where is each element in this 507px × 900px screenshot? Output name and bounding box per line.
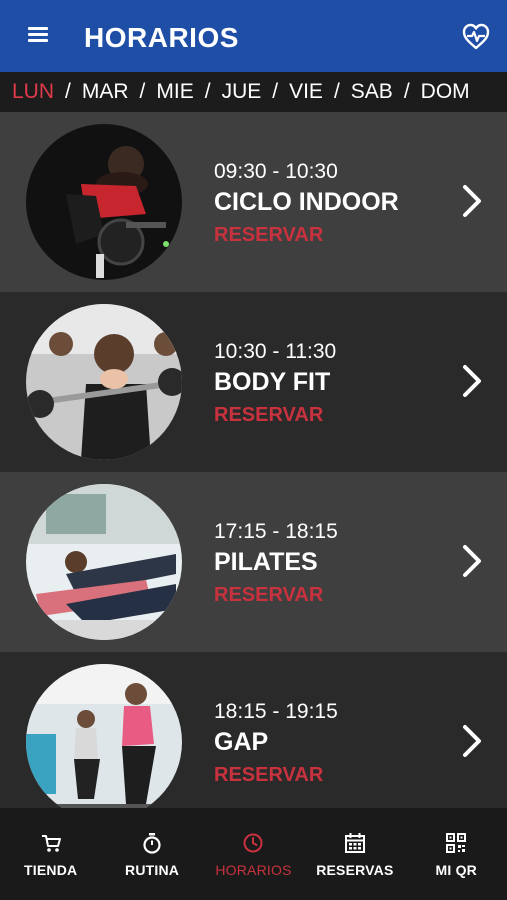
class-time: 09:30 - 10:30	[214, 160, 338, 183]
class-name: PILATES	[214, 548, 318, 576]
chevron-right-icon[interactable]	[461, 184, 483, 218]
nav-label: MI QR	[435, 862, 477, 878]
day-separator: /	[272, 80, 279, 103]
chevron-right-icon[interactable]	[461, 544, 483, 578]
day-tab-dom[interactable]: DOM	[421, 80, 470, 104]
barbell-class-photo	[26, 304, 182, 460]
day-tab-jue[interactable]: JUE	[222, 80, 262, 104]
clock-icon	[243, 833, 263, 853]
calendar-icon	[344, 833, 365, 853]
class-row-body-fit[interactable]: 10:30 - 11:30 BODY FIT RESERVAR	[0, 292, 507, 472]
chevron-right-icon[interactable]	[461, 724, 483, 758]
day-separator: /	[403, 80, 410, 103]
class-row-pilates[interactable]: 17:15 - 18:15 PILATES RESERVAR	[0, 472, 507, 652]
stopwatch-icon	[143, 833, 161, 854]
qr-code-icon	[446, 833, 467, 853]
day-tab-lun[interactable]: LUN	[12, 80, 54, 104]
class-list: 09:30 - 10:30 CICLO INDOOR RESERVAR 10:3…	[0, 112, 507, 832]
day-tab-mie[interactable]: MIE	[156, 80, 193, 104]
nav-label: RESERVAS	[316, 862, 394, 878]
nav-label: HORARIOS	[215, 862, 292, 878]
pilates-class-photo	[26, 484, 182, 640]
day-separator: /	[204, 80, 211, 103]
class-name: BODY FIT	[214, 368, 331, 396]
bottom-navigation: TIENDA RUTINA HORARIOS RESERVAS MI QR	[0, 808, 507, 900]
reserve-button[interactable]: RESERVAR	[214, 404, 323, 427]
app-bar: HORARIOS	[0, 0, 507, 72]
hamburger-menu-icon[interactable]	[24, 24, 54, 48]
class-name: CICLO INDOOR	[214, 188, 399, 216]
nav-item-tienda[interactable]: TIENDA	[0, 808, 101, 900]
page-title: HORARIOS	[84, 22, 239, 53]
class-name: GAP	[214, 728, 269, 756]
day-tab-sab[interactable]: SAB	[351, 80, 393, 104]
nav-label: RUTINA	[125, 862, 180, 878]
reserve-button[interactable]: RESERVAR	[214, 224, 323, 247]
day-separator: /	[333, 80, 340, 103]
heart-pulse-icon[interactable]	[461, 22, 491, 52]
step-aerobics-photo	[26, 664, 182, 820]
class-time: 18:15 - 19:15	[214, 700, 338, 723]
nav-item-mi-qr[interactable]: MI QR	[406, 808, 507, 900]
nav-item-rutina[interactable]: RUTINA	[101, 808, 202, 900]
day-tab-vie[interactable]: VIE	[289, 80, 323, 104]
cart-icon	[41, 835, 61, 852]
reserve-button[interactable]: RESERVAR	[214, 584, 323, 607]
nav-label: TIENDA	[24, 862, 78, 878]
nav-item-horarios[interactable]: HORARIOS	[203, 808, 304, 900]
class-row-ciclo-indoor[interactable]: 09:30 - 10:30 CICLO INDOOR RESERVAR	[0, 112, 507, 292]
day-separator: /	[139, 80, 146, 103]
class-row-gap[interactable]: 18:15 - 19:15 GAP RESERVAR	[0, 652, 507, 832]
indoor-cycling-photo	[26, 124, 182, 280]
chevron-right-icon[interactable]	[461, 364, 483, 398]
class-time: 17:15 - 18:15	[214, 520, 338, 543]
class-time: 10:30 - 11:30	[214, 340, 337, 363]
nav-item-reservas[interactable]: RESERVAS	[304, 808, 405, 900]
reserve-button[interactable]: RESERVAR	[214, 764, 323, 787]
day-selector: LUN / MAR / MIE / JUE / VIE / SAB / DOM	[0, 72, 507, 112]
day-separator: /	[65, 80, 71, 103]
day-tab-mar[interactable]: MAR	[82, 80, 129, 104]
